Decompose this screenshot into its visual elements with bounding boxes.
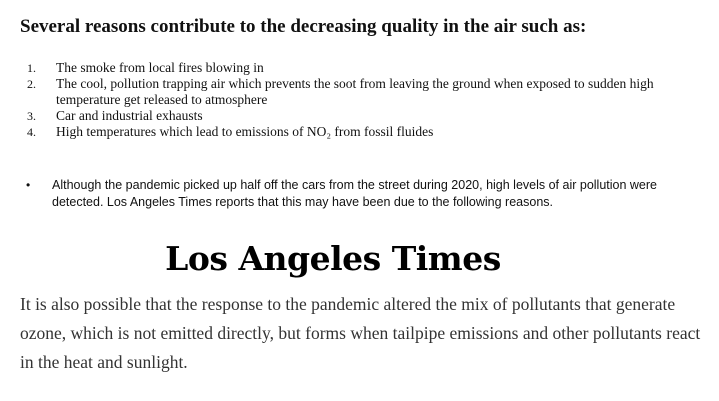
list-item-number: 1.: [27, 61, 36, 75]
list-item: 3. Car and industrial exhausts: [20, 108, 700, 124]
list-item: 4. High temperatures which lead to emiss…: [20, 124, 700, 140]
list-item: 2. The cool, pollution trapping air whic…: [20, 76, 700, 108]
bullet-text: Although the pandemic picked up half off…: [52, 178, 657, 209]
list-item-text: Car and industrial exhausts: [56, 108, 203, 123]
list-item-text: High temperatures which lead to emission…: [56, 124, 434, 139]
los-angeles-times-logo: Los Angeles Times: [165, 239, 501, 278]
list-item-text: The cool, pollution trapping air which p…: [56, 76, 654, 107]
quote-paragraph: It is also possible that the response to…: [20, 294, 701, 372]
bullet-marker: •: [26, 178, 31, 192]
list-item-number: 3.: [27, 109, 36, 123]
list-item-number: 4.: [27, 125, 36, 139]
list-item-text: The smoke from local fires blowing in: [56, 60, 264, 75]
list-item-number: 2.: [27, 77, 36, 91]
reasons-list: 1. The smoke from local fires blowing in…: [20, 60, 700, 140]
page-heading: Several reasons contribute to the decrea…: [20, 16, 587, 37]
list-item: 1. The smoke from local fires blowing in: [20, 60, 700, 76]
bullet-paragraph: • Although the pandemic picked up half o…: [26, 177, 706, 211]
